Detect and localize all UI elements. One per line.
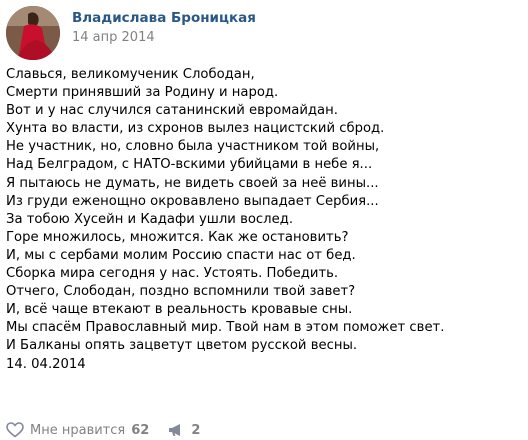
- like-label: Мне нравится: [30, 422, 126, 438]
- post-line: И Балканы опять зацветут цветом русской …: [6, 338, 358, 354]
- post-line: Не участник, но, словно была участником …: [6, 139, 380, 155]
- share-count: 2: [191, 422, 201, 438]
- post-line: Из груди еженощно окровавлено выпадает С…: [6, 193, 379, 209]
- heart-icon: [6, 422, 24, 438]
- share-button[interactable]: 2: [167, 422, 200, 438]
- post-line: За тобою Хусейн и Кадафи ушли вослед.: [6, 211, 294, 227]
- like-button[interactable]: Мне нравится 62: [6, 422, 149, 438]
- post-line: И, мы с сербами молим Россию спасти нас …: [6, 247, 356, 263]
- post-date[interactable]: 14 апр 2014: [72, 30, 155, 45]
- post-text: Славься, великомученик Слободан, Смерти …: [6, 66, 516, 374]
- post-line: Отчего, Слободан, поздно вспомнили твой …: [6, 284, 356, 300]
- post-line: Хунта во власти, из схронов вылез нацист…: [6, 121, 385, 137]
- post-line: Я пытаюсь не думать, не видеть своей за …: [6, 175, 379, 191]
- author-name[interactable]: Владислава Броницкая: [72, 10, 256, 26]
- post-line: 14. 04.2014: [6, 356, 86, 372]
- avatar[interactable]: [6, 6, 60, 60]
- post-line: И, всё чаще втекают в реальность кровавы…: [6, 302, 353, 318]
- post-line: Горе множилось, множится. Как же останов…: [6, 229, 349, 245]
- post-line: Мы спасём Православный мир. Твой нам в э…: [6, 320, 445, 336]
- post-line: Смерти принявший за Родину и народ.: [6, 85, 279, 101]
- megaphone-icon: [167, 422, 185, 438]
- post-line: Сборка мира сегодня у нас. Устоять. Побе…: [6, 266, 339, 282]
- post: Владислава Броницкая 14 апр 2014 Славься…: [0, 0, 528, 438]
- post-actions: Мне нравится 62 2: [6, 420, 200, 440]
- post-line: Над Белградом, с НАТО-вскими убийцами в …: [6, 157, 373, 173]
- like-count: 62: [131, 422, 150, 438]
- post-line: Вот и у нас случился сатанинский евромай…: [6, 103, 338, 119]
- post-line: Славься, великомученик Слободан,: [6, 67, 255, 82]
